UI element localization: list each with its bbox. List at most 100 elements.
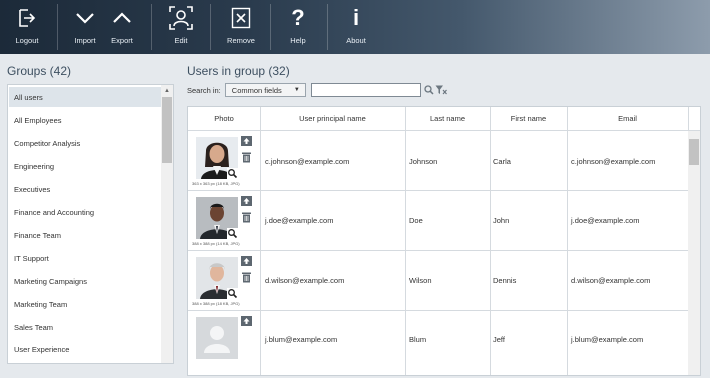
delete-photo-icon[interactable] xyxy=(240,151,253,163)
group-item-label: All users xyxy=(14,92,43,102)
table-scrollbar-thumb[interactable] xyxy=(689,139,699,165)
cell-first-name: Jeff xyxy=(493,334,505,344)
search-bar: Search in: Common fields ▼ xyxy=(187,82,447,98)
group-item-engineering[interactable]: Engineering xyxy=(9,156,162,176)
upload-photo-icon[interactable] xyxy=(240,315,253,327)
group-item-label: User Experience xyxy=(14,344,70,354)
column-header-upn[interactable]: User principal name xyxy=(260,107,405,131)
main-area: Groups (42) All users All Employees Comp… xyxy=(0,54,710,378)
group-item-label: Finance and Accounting xyxy=(14,207,95,217)
column-header-spacer xyxy=(688,107,700,131)
cell-upn: j.doe@example.com xyxy=(265,215,334,225)
group-item-it-support[interactable]: IT Support xyxy=(9,248,162,268)
cell-upn: c.johnson@example.com xyxy=(265,156,350,166)
group-item-marketing-team[interactable]: Marketing Team xyxy=(9,294,162,314)
group-item-label: IT Support xyxy=(14,253,49,263)
zoom-icon[interactable] xyxy=(227,288,238,299)
groups-title: Groups (42) xyxy=(7,64,72,78)
row-divider xyxy=(188,250,688,251)
group-item-label: Executives xyxy=(14,184,51,194)
logout-label: Logout xyxy=(15,36,39,45)
user-photo-doe[interactable] xyxy=(196,197,238,239)
about-button[interactable]: i About xyxy=(341,0,371,54)
chevron-down-icon xyxy=(76,13,94,24)
photo-meta: 388 x 388 px (18 KB, JPG) xyxy=(192,301,240,306)
column-header-email[interactable]: Email xyxy=(567,107,688,131)
group-item-label: Engineering xyxy=(14,161,55,171)
group-item-marketing-campaigns[interactable]: Marketing Campaigns xyxy=(9,271,162,291)
upload-photo-icon[interactable] xyxy=(240,195,253,207)
export-label: Export xyxy=(111,36,133,45)
photo-meta: 363 x 363 px (18 KB, JPG) xyxy=(192,181,240,186)
delete-photo-icon[interactable] xyxy=(240,211,253,223)
groups-list: All users All Employees Competitor Analy… xyxy=(7,84,174,364)
delete-photo-icon[interactable] xyxy=(240,271,253,283)
cell-first-name: Dennis xyxy=(493,275,517,285)
logout-icon xyxy=(19,9,36,27)
cell-last-name: Johnson xyxy=(409,156,438,166)
zoom-icon[interactable] xyxy=(227,228,238,239)
group-item-all-users[interactable]: All users xyxy=(9,87,162,107)
user-photo-wilson[interactable] xyxy=(196,257,238,299)
groups-scrollbar-thumb[interactable] xyxy=(162,97,172,163)
column-header-first-name[interactable]: First name xyxy=(490,107,567,131)
upload-photo-icon[interactable] xyxy=(240,255,253,267)
search-input[interactable] xyxy=(310,83,421,97)
help-button[interactable]: ? Help xyxy=(283,0,313,54)
about-label: About xyxy=(346,36,366,45)
users-table: Photo User principal name Last name Firs… xyxy=(187,106,701,376)
user-placeholder-icon xyxy=(196,317,238,359)
column-divider xyxy=(405,107,406,375)
scroll-up-arrow-icon[interactable]: ▲ xyxy=(163,87,171,95)
group-item-executives[interactable]: Executives xyxy=(9,179,162,199)
group-item-label: Marketing Team xyxy=(14,299,68,309)
group-item-finance-team[interactable]: Finance Team xyxy=(9,225,162,245)
group-item-sales-team[interactable]: Sales Team xyxy=(9,317,162,337)
toolbar: Logout Import Export Edit Remove ? Help … xyxy=(0,0,710,54)
search-in-label: Search in: xyxy=(187,85,221,95)
row-divider xyxy=(188,190,688,191)
group-item-all-employees[interactable]: All Employees xyxy=(9,110,162,130)
group-item-finance-and-accounting[interactable]: Finance and Accounting xyxy=(9,202,162,222)
group-item-user-experience[interactable]: User Experience xyxy=(9,339,162,359)
remove-label: Remove xyxy=(227,36,255,45)
toolbar-divider xyxy=(57,4,58,50)
toolbar-divider xyxy=(327,4,328,50)
group-item-competitor-analysis[interactable]: Competitor Analysis xyxy=(9,133,162,153)
logout-button[interactable]: Logout xyxy=(12,0,42,54)
user-photo-johnson[interactable] xyxy=(196,137,238,179)
cell-email: d.wilson@example.com xyxy=(571,275,651,285)
groups-scrollbar[interactable]: ▲ xyxy=(161,85,173,363)
user-photo-placeholder[interactable] xyxy=(196,317,238,359)
edit-user-icon xyxy=(169,6,193,30)
cell-email: j.doe@example.com xyxy=(571,215,640,225)
search-icon[interactable] xyxy=(424,85,434,95)
group-item-label: Finance Team xyxy=(14,230,61,240)
zoom-icon[interactable] xyxy=(227,168,238,179)
column-header-last-name[interactable]: Last name xyxy=(405,107,490,131)
group-item-label: Marketing Campaigns xyxy=(14,276,87,286)
info-icon: i xyxy=(352,5,360,30)
remove-button[interactable]: Remove xyxy=(226,0,256,54)
cell-first-name: John xyxy=(493,215,510,225)
import-button[interactable]: Import xyxy=(70,0,100,54)
search-scope-value: Common fields xyxy=(231,85,282,95)
cell-last-name: Doe xyxy=(409,215,423,225)
search-scope-select[interactable]: Common fields ▼ xyxy=(224,83,306,97)
upload-photo-icon[interactable] xyxy=(240,135,253,147)
group-item-label: Sales Team xyxy=(14,322,54,332)
column-header-label: Photo xyxy=(214,114,234,123)
table-scrollbar[interactable] xyxy=(688,131,700,375)
column-divider xyxy=(490,107,491,375)
users-title: Users in group (32) xyxy=(187,64,290,78)
column-header-photo[interactable]: Photo xyxy=(188,107,260,131)
edit-button[interactable]: Edit xyxy=(166,0,196,54)
remove-icon xyxy=(231,7,251,29)
photo-meta: 388 x 388 px (14 KB, JPG) xyxy=(192,241,240,246)
help-label: Help xyxy=(290,36,306,45)
column-divider xyxy=(260,107,261,375)
export-button[interactable]: Export xyxy=(107,0,137,54)
column-header-label: Last name xyxy=(429,114,466,123)
clear-filter-icon[interactable] xyxy=(435,85,447,95)
cell-upn: j.blum@example.com xyxy=(265,334,338,344)
